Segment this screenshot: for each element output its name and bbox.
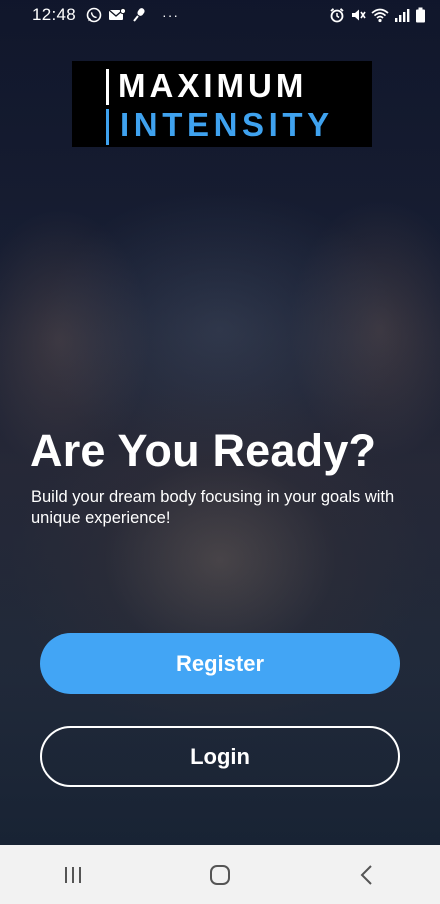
recent-apps-icon[interactable] [43,855,103,895]
status-time: 12:48 [32,5,77,24]
login-button[interactable]: Login [40,726,400,787]
logo-word-maximum: MAXIMUM [118,67,308,104]
mic-icon [132,7,146,23]
battery-icon [415,7,426,23]
whatsapp-icon [86,7,102,23]
message-icon [108,7,127,23]
home-icon[interactable] [190,855,250,895]
page-subtitle: Build your dream body focusing in your g… [31,488,395,527]
wifi-icon [371,7,389,23]
signal-icon [394,7,410,23]
notification-icons: ··· [86,7,179,23]
brand-logo: MAXIMUM INTENSITY [72,61,372,147]
more-notifications-indicator: ··· [162,7,180,23]
mute-icon [350,7,366,23]
logo-word-intensity: INTENSITY [120,106,334,143]
logo-bar-white [106,69,109,105]
register-button[interactable]: Register [40,633,400,694]
alarm-icon [329,7,345,23]
system-icons [329,7,426,23]
page-title: Are You Ready? [30,425,377,476]
system-navigation-bar [0,845,440,904]
logo-bar-blue [106,109,109,145]
status-bar: 12:48 ··· [0,0,440,30]
back-icon[interactable] [337,855,397,895]
